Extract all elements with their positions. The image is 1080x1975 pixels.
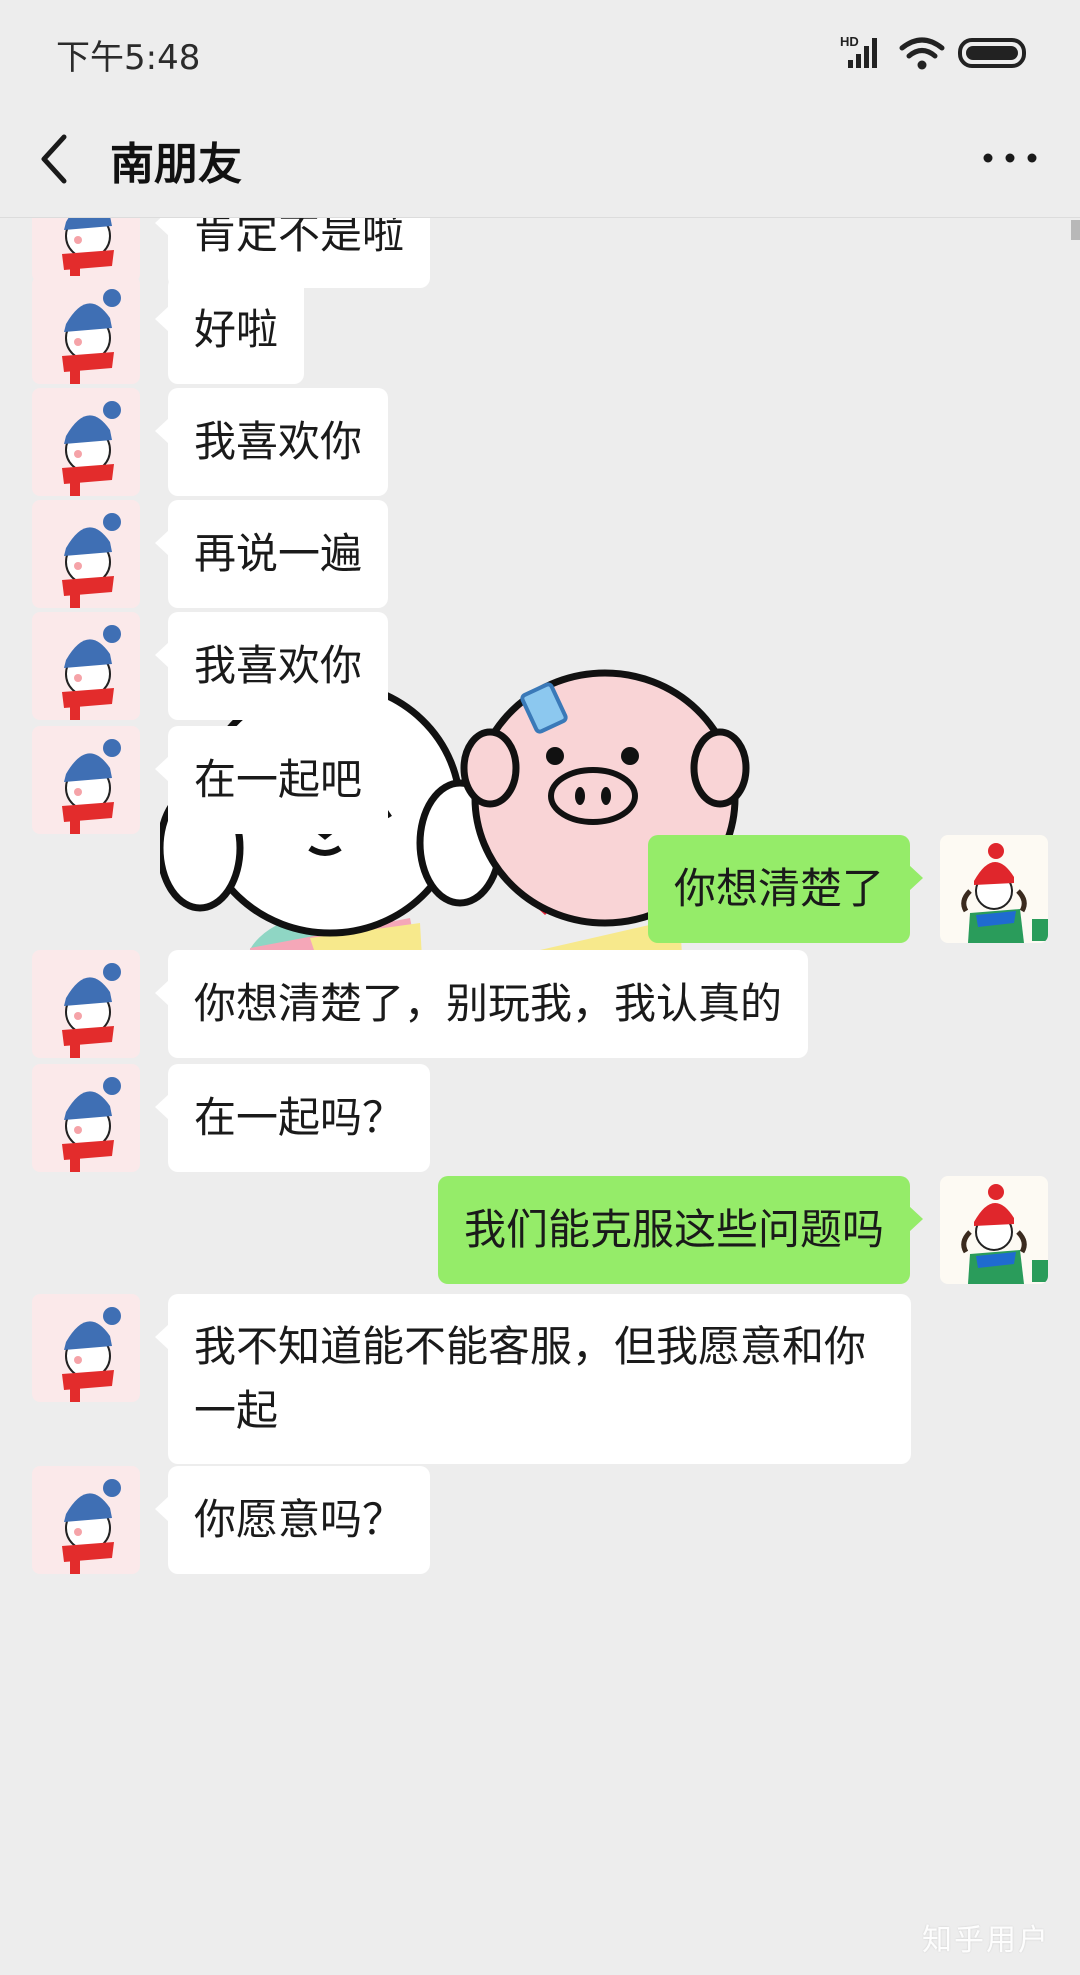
message-bubble-incoming[interactable]: 好啦 <box>154 276 305 384</box>
my-avatar[interactable] <box>940 1176 1048 1284</box>
contact-avatar[interactable] <box>32 276 140 384</box>
message-bubble-incoming[interactable]: 在一起吧 <box>154 726 389 834</box>
message-bubble-incoming[interactable]: 我不知道能不能客服，但我愿意和你一起 <box>155 1294 911 1464</box>
message-bubble-outgoing[interactable]: 我们能克服这些问题吗 <box>437 1176 924 1284</box>
chat-title: 南朋友 <box>110 139 242 190</box>
contact-avatar[interactable] <box>32 500 140 608</box>
watermark: 知乎用户 <box>922 1923 1050 1958</box>
message-bubble-incoming[interactable]: 我喜欢你 <box>154 612 389 720</box>
contact-avatar[interactable] <box>32 1294 140 1402</box>
contact-avatar[interactable] <box>32 1466 140 1574</box>
my-avatar[interactable] <box>940 835 1048 943</box>
battery-icon <box>958 38 1026 68</box>
message-bubble-incoming[interactable]: 再说一遍 <box>154 500 389 608</box>
contact-avatar[interactable] <box>32 1064 140 1172</box>
message-bubble-incoming[interactable]: 你愿意吗？ <box>154 1466 431 1574</box>
message-bubble-incoming[interactable]: 你想清楚了，别玩我，我认真的 <box>154 950 809 1058</box>
contact-avatar[interactable] <box>32 388 140 496</box>
contact-avatar[interactable] <box>32 950 140 1058</box>
back-icon[interactable] <box>34 127 74 191</box>
message-bubble-incoming[interactable]: 我喜欢你 <box>154 388 389 496</box>
status-bar: 下午5:48 HD <box>0 0 1080 100</box>
status-time: 下午5:48 <box>56 38 201 78</box>
chat-message-list[interactable]: 肯定不是啦 好啦 我喜欢你 再说一遍 我喜欢你 在一起吧 你想清楚了 你想清楚了… <box>0 218 1080 1975</box>
contact-avatar[interactable] <box>32 726 140 834</box>
contact-avatar[interactable] <box>32 612 140 720</box>
contact-avatar[interactable] <box>32 218 140 282</box>
more-icon[interactable] <box>980 146 1040 170</box>
signal-icon: HD <box>840 34 877 68</box>
network-label: HD <box>840 34 859 49</box>
wifi-icon <box>899 37 945 70</box>
message-bubble-outgoing[interactable]: 你想清楚了 <box>647 835 924 943</box>
message-bubble-incoming[interactable]: 在一起吗？ <box>154 1064 431 1172</box>
chat-header: 南朋友 <box>0 100 1080 218</box>
status-icons: HD <box>840 34 1026 70</box>
